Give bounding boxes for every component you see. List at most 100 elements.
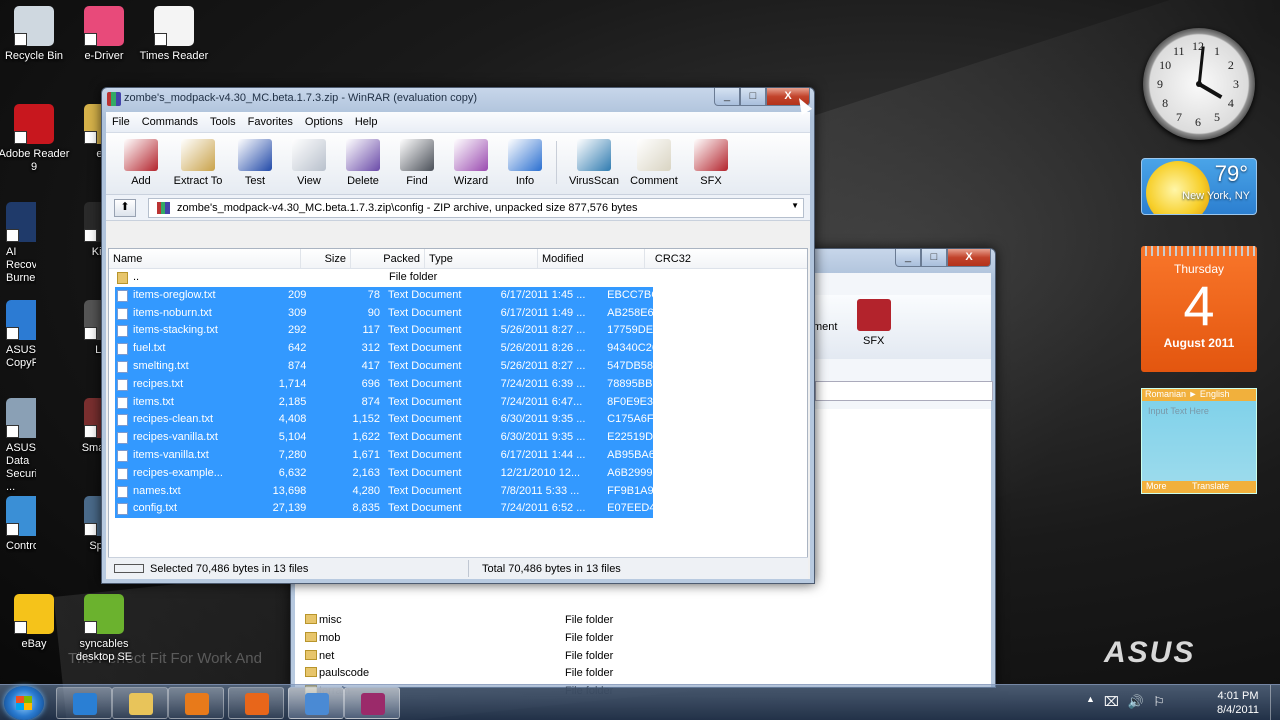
- maximize-button[interactable]: □: [740, 88, 766, 106]
- menu-commands[interactable]: Commands: [136, 112, 204, 132]
- column-crc32[interactable]: CRC32: [645, 249, 695, 268]
- toolbar-label: Test: [244, 175, 266, 187]
- table-row[interactable]: names.txt 13,698 4,280 Text Document 7/8/201…: [115, 482, 653, 501]
- table-row[interactable]: items-stacking.txt 292 117 Text Document 5/2…: [115, 322, 653, 341]
- menu-options[interactable]: Options: [299, 112, 349, 132]
- archive-icon: [157, 202, 170, 214]
- add-button[interactable]: Add: [114, 133, 168, 194]
- list-item[interactable]: mob File folder: [301, 629, 961, 647]
- translate-more-link[interactable]: More: [1146, 481, 1167, 491]
- taskbar-windows-explorer[interactable]: [112, 687, 168, 719]
- winrar-main-window[interactable]: zombe's_modpack-v4.30_MC.beta.1.7.3.zip …: [101, 87, 815, 584]
- sfx-button[interactable]: SFX: [684, 133, 738, 194]
- list-item[interactable]: net File folder: [301, 647, 961, 665]
- find-button[interactable]: Find: [390, 133, 444, 194]
- taskbar-media-player[interactable]: [168, 687, 224, 719]
- background-close-button[interactable]: X: [947, 249, 991, 267]
- column-size[interactable]: Size: [301, 249, 351, 268]
- desktop-icon-recycle-bin[interactable]: Recycle Bin: [0, 6, 74, 63]
- desktop-icon-syncables-desktop-se[interactable]: syncables desktop SE: [64, 594, 144, 664]
- volume-icon[interactable]: 🔊: [1128, 694, 1144, 710]
- list-item[interactable]: misc File folder: [301, 611, 961, 629]
- start-button[interactable]: [4, 686, 44, 720]
- extract-to-button[interactable]: Extract To: [168, 133, 228, 194]
- info-button[interactable]: Info: [498, 133, 552, 194]
- desktop-icon-asus-data-security[interactable]: ASUS Data Security ...: [6, 398, 36, 494]
- taskbar-clock[interactable]: 4:01 PM 8/4/2011: [1206, 689, 1270, 717]
- column-modified[interactable]: Modified: [538, 249, 645, 268]
- address-field[interactable]: zombe's_modpack-v4.30_MC.beta.1.7.3.zip\…: [148, 198, 804, 218]
- show-hidden-icons[interactable]: ▲: [1086, 694, 1095, 710]
- menu-favorites[interactable]: Favorites: [242, 112, 299, 132]
- column-packed[interactable]: Packed: [351, 249, 425, 268]
- list-item[interactable]: paulscode File folder: [301, 664, 961, 682]
- network-icon[interactable]: ⌧: [1104, 694, 1119, 710]
- table-row[interactable]: items-vanilla.txt 7,280 1,671 Text Document…: [115, 446, 653, 465]
- desktop-icon-ai-recovery-burner[interactable]: AI Recovery Burner: [6, 202, 36, 285]
- delete-button[interactable]: Delete: [336, 133, 390, 194]
- file-crc: 94340C26: [607, 342, 653, 355]
- desktop-icon-ebay[interactable]: eBay: [0, 594, 74, 651]
- background-toolbar-sfx[interactable]: SFX: [863, 335, 884, 347]
- parent-folder-row[interactable]: .. File folder: [115, 269, 807, 287]
- table-row[interactable]: items-oreglow.txt 209 78 Text Document 6/17/…: [115, 286, 653, 305]
- desktop-icon-e-driver[interactable]: e-Driver: [64, 6, 144, 63]
- text-file-icon: [117, 503, 128, 516]
- column-type[interactable]: Type: [425, 249, 538, 268]
- folder-name: mob: [319, 631, 341, 644]
- desktop-icon-times-reader[interactable]: Times Reader: [134, 6, 214, 63]
- background-address-field[interactable]: [815, 381, 993, 401]
- translate-button[interactable]: Translate: [1192, 481, 1229, 491]
- translate-language-selector[interactable]: Romanian ► English: [1142, 389, 1256, 401]
- drive-icon[interactable]: [114, 564, 144, 573]
- file-type: Text Document: [388, 431, 462, 444]
- table-row[interactable]: recipes.txt 1,714 696 Text Document 7/24/201…: [115, 375, 653, 394]
- table-row[interactable]: items.txt 2,185 874 Text Document 7/24/2011 …: [115, 393, 653, 412]
- taskbar-internet-explorer[interactable]: [56, 687, 112, 719]
- file-type: Text Document: [388, 395, 462, 408]
- taskbar-firefox[interactable]: [228, 687, 284, 719]
- weather-gadget[interactable]: 79° New York, NY: [1141, 158, 1257, 215]
- up-folder-button[interactable]: ⬆: [114, 199, 136, 217]
- text-file-icon: [117, 378, 128, 391]
- desktop-icon-asus-copyprotect[interactable]: ASUS CopyProtect: [6, 300, 36, 370]
- recycle-bin-icon: [14, 6, 54, 46]
- file-list[interactable]: Name Size Packed Type Modified CRC32 .. …: [108, 248, 808, 571]
- menu-tools[interactable]: Tools: [204, 112, 242, 132]
- table-row[interactable]: fuel.txt 642 312 Text Document 5/26/2011 8:2…: [115, 340, 653, 358]
- menu-file[interactable]: File: [106, 112, 136, 132]
- table-row[interactable]: recipes-vanilla.txt 5,104 1,622 Text Docume…: [115, 429, 653, 447]
- taskbar-screen-recorder[interactable]: [288, 687, 344, 719]
- table-row[interactable]: recipes-clean.txt 4,408 1,152 Text Document…: [115, 411, 653, 430]
- desktop-icon-adobe-reader-9[interactable]: Adobe Reader 9: [0, 104, 74, 174]
- translate-input[interactable]: Input Text Here: [1142, 401, 1256, 421]
- action-center-icon[interactable]: ⚐: [1153, 694, 1165, 710]
- minimize-button[interactable]: _: [714, 88, 740, 106]
- taskbar-winrar[interactable]: [344, 687, 400, 719]
- file-crc: E07EED4C: [607, 502, 653, 515]
- comment-button[interactable]: Comment: [624, 133, 684, 194]
- view-button[interactable]: View: [282, 133, 336, 194]
- background-minimize-button[interactable]: _: [895, 249, 921, 267]
- column-name[interactable]: Name: [109, 249, 301, 268]
- virusscan-button[interactable]: VirusScan: [564, 133, 624, 194]
- calendar-gadget[interactable]: Thursday 4 August 2011: [1141, 246, 1257, 372]
- file-modified: 6/17/2011 1:49 ...: [500, 306, 586, 319]
- clock-gadget[interactable]: 12 1 2 3 4 5 6 7 8 9 10 11: [1143, 28, 1255, 140]
- table-row[interactable]: items-noburn.txt 309 90 Text Document 6/17/2…: [115, 304, 653, 323]
- chevron-down-icon[interactable]: ▼: [791, 201, 799, 210]
- background-toolbar-comment[interactable]: ment: [813, 321, 837, 333]
- clock-number: 8: [1162, 96, 1169, 110]
- translate-gadget[interactable]: Romanian ► English Input Text Here More …: [1141, 388, 1257, 494]
- test-button[interactable]: Test: [228, 133, 282, 194]
- table-row[interactable]: smelting.txt 874 417 Text Document 5/26/2011…: [115, 357, 653, 376]
- table-row[interactable]: config.txt 27,139 8,835 Text Document 7/24/2…: [115, 500, 653, 519]
- background-maximize-button[interactable]: □: [921, 249, 947, 267]
- file-size: 4,408: [278, 413, 307, 426]
- menu-help[interactable]: Help: [349, 112, 384, 132]
- main-titlebar[interactable]: zombe's_modpack-v4.30_MC.beta.1.7.3.zip …: [102, 88, 814, 110]
- table-row[interactable]: recipes-example... 6,632 2,163 Text Documen…: [115, 464, 653, 483]
- show-desktop-button[interactable]: [1270, 685, 1280, 720]
- wizard-button[interactable]: Wizard: [444, 133, 498, 194]
- desktop-icon-controldeck[interactable]: ControlDeck: [6, 496, 36, 553]
